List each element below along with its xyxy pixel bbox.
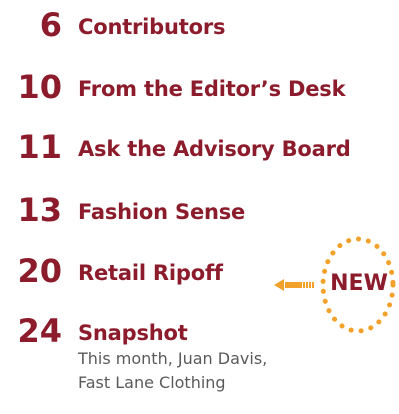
page-number: 11 <box>17 128 62 166</box>
page-number: 6 <box>39 6 62 44</box>
page-number: 24 <box>17 312 62 350</box>
toc-entry-editors-desk[interactable]: 10 From the Editor’s Desk <box>0 70 399 110</box>
toc-entry-contributors[interactable]: 6 Contributors <box>0 8 399 48</box>
toc-entry-advisory-board[interactable]: 11 Ask the Advisory Board <box>0 130 399 170</box>
arrow-left-icon <box>274 279 314 291</box>
page-number: 13 <box>17 191 62 229</box>
table-of-contents: 6 Contributors 10 From the Editor’s Desk… <box>0 0 399 414</box>
article-title: Contributors <box>78 15 226 39</box>
article-title: From the Editor’s Desk <box>78 77 346 101</box>
page-number: 10 <box>17 68 62 106</box>
toc-entry-fashion-sense[interactable]: 13 Fashion Sense <box>0 193 399 233</box>
page-number: 20 <box>17 252 62 290</box>
article-title: Fashion Sense <box>78 200 246 224</box>
article-title: Snapshot <box>78 321 188 345</box>
article-title: Ask the Advisory Board <box>78 137 351 161</box>
article-description-line: This month, Juan Davis, <box>78 349 268 368</box>
article-description-line: Fast Lane Clothing <box>78 373 226 392</box>
new-badge: NEW <box>330 271 388 296</box>
article-title: Retail Ripoff <box>78 261 223 285</box>
